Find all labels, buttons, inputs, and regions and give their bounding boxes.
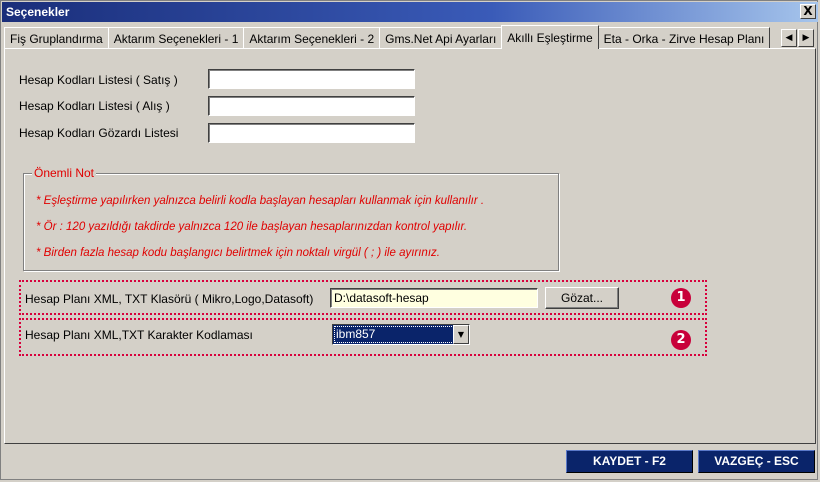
- alis-input[interactable]: [208, 96, 415, 116]
- tab-panel-akilli-eslestirme: Hesap Kodları Listesi ( Satış ) Hesap Ko…: [4, 48, 816, 444]
- tab-gms-net-api[interactable]: Gms.Net Api Ayarları: [379, 27, 503, 49]
- tab-strip: Fiş Gruplandırma Aktarım Seçenekleri - 1A…: [4, 25, 798, 49]
- chevron-down-icon[interactable]: ▼: [453, 325, 469, 344]
- window-title: Seçenekler: [6, 5, 70, 19]
- encoding-select[interactable]: ibm857 ▼: [332, 324, 470, 345]
- gozardi-input[interactable]: [208, 123, 415, 143]
- alis-label: Hesap Kodları Listesi ( Alış ): [19, 99, 170, 113]
- save-button[interactable]: KAYDET - F2: [566, 450, 693, 473]
- folder-path-input[interactable]: D:\datasoft-hesap: [330, 288, 538, 308]
- title-bar: Seçenekler X: [2, 2, 818, 22]
- note-line-1: * Eşleştirme yapılırken yalnızca belirli…: [36, 195, 485, 207]
- encoding-label: Hesap Planı XML,TXT Karakter Kodlaması: [25, 328, 253, 342]
- satis-input[interactable]: [208, 69, 415, 89]
- close-button[interactable]: X: [800, 4, 816, 19]
- folder-label: Hesap Planı XML, TXT Klasörü ( Mikro,Log…: [25, 292, 314, 306]
- tab-eta-orka-zirve[interactable]: Eta - Orka - Zirve Hesap Planı: [597, 27, 771, 49]
- note-line-2: * Ör : 120 yazıldığı takdirde yalnızca 1…: [36, 221, 468, 233]
- cancel-button[interactable]: VAZGEÇ - ESC: [698, 450, 815, 473]
- encoding-selected-value: ibm857: [336, 327, 376, 341]
- tab-fis-gruplandirma[interactable]: Fiş Gruplandırma: [4, 27, 109, 49]
- important-note-title: Önemli Not: [32, 166, 97, 180]
- browse-button[interactable]: Gözat...: [545, 287, 619, 309]
- tab-aktarim-secenekleri-1[interactable]: Aktarım Seçenekleri - 1: [107, 27, 245, 49]
- badge-2: 2: [671, 330, 691, 350]
- tab-aktarim-secenekleri-2[interactable]: Aktarım Seçenekleri - 2: [243, 27, 381, 49]
- tab-akilli-eslestirme[interactable]: Akıllı Eşleştirme: [501, 25, 599, 49]
- tab-scroll-left-icon[interactable]: ◀: [781, 29, 797, 47]
- satis-label: Hesap Kodları Listesi ( Satış ): [19, 73, 178, 87]
- tab-scroll-right-icon[interactable]: ▶: [798, 29, 814, 47]
- badge-1: 1: [671, 288, 691, 308]
- options-window: Seçenekler X Fiş Gruplandırma Aktarım Seç…: [0, 0, 818, 480]
- note-line-3: * Birden fazla hesap kodu başlangıcı bel…: [36, 247, 440, 259]
- gozardi-label: Hesap Kodları Gözardı Listesi: [19, 126, 179, 140]
- important-note-group: Önemli Not * Eşleştirme yapılırken yalnı…: [23, 166, 559, 271]
